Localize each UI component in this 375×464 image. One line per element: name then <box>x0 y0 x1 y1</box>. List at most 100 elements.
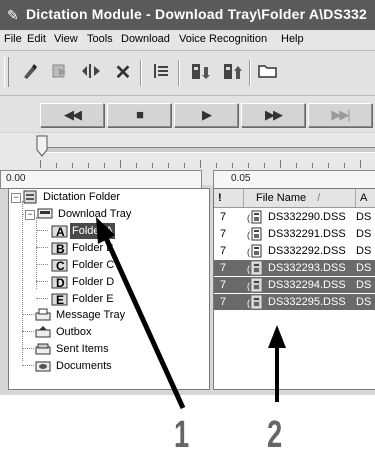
svg-text:B: B <box>56 242 65 256</box>
tree-node-outbox[interactable]: Outbox <box>35 324 205 340</box>
file-row[interactable]: 7 (DS332292.DSS DS <box>214 243 375 259</box>
ruler-box-left <box>0 170 202 189</box>
split-icon[interactable] <box>79 61 103 85</box>
ruler-mid-label: 0.05 <box>231 173 251 184</box>
toolbar-separator <box>178 60 180 86</box>
file-row[interactable]: 7 ( DS332295.DSS DS <box>214 294 375 310</box>
pen-icon: ✎ <box>7 7 19 23</box>
file-row[interactable]: 7 (DS332294.DSS DS <box>214 277 375 293</box>
position-slider-track[interactable] <box>40 147 375 153</box>
file-row[interactable]: 7 (DS332293.DSS DS <box>214 260 375 276</box>
tray-icon <box>37 207 53 221</box>
sort-indicator-icon: / <box>317 192 321 204</box>
filename-header-label: File Name <box>256 192 307 204</box>
menu-file[interactable]: File <box>4 33 22 45</box>
dss-file-icon: ( <box>247 227 267 241</box>
cabinet-icon <box>23 190 39 204</box>
play-button[interactable]: ▶ <box>174 103 238 127</box>
tree-node-folder-c[interactable]: C Folder C <box>51 257 201 273</box>
tree-label: Folder A <box>70 223 115 239</box>
outbox-icon <box>35 325 51 339</box>
file-column-value: DS <box>356 262 372 274</box>
collapse-download-tray-expander[interactable]: − <box>25 210 35 220</box>
file-column-value: DS <box>356 245 372 257</box>
file-name: DS332291.DSS <box>268 228 346 240</box>
play-file-icon[interactable] <box>48 61 72 85</box>
folder-icon[interactable] <box>256 61 280 85</box>
position-slider-thumb[interactable] <box>36 135 48 157</box>
tree-node-folder-e[interactable]: E Folder E <box>51 291 201 307</box>
priority-value: 7 <box>220 296 227 308</box>
folder-c-icon: C <box>51 257 68 273</box>
priority-value: 7 <box>220 211 227 223</box>
menu-edit[interactable]: Edit <box>27 33 46 45</box>
message-tray-icon <box>35 308 51 322</box>
folder-d-icon: D <box>51 274 68 290</box>
priority-column-header[interactable]: ! <box>214 189 244 207</box>
tree-node-folder-b[interactable]: B Folder B <box>51 240 201 256</box>
position-slider-area: 0.00 0.05 <box>0 133 375 189</box>
title-bar: ✎ Dictation Module - Download Tray\Folde… <box>0 0 375 30</box>
svg-text:(: ( <box>247 230 250 240</box>
tree-node-message-tray[interactable]: Message Tray <box>35 307 205 323</box>
dictation-module-window: ✎ Dictation Module - Download Tray\Folde… <box>0 0 375 395</box>
tree-label: Folder E <box>72 293 114 305</box>
folder-b-icon: B <box>51 240 68 256</box>
tree-node-folder-a[interactable]: A Folder A <box>51 223 201 239</box>
toolbar: ✕ <box>0 51 375 96</box>
menu-help[interactable]: Help <box>281 33 304 45</box>
next-column-header[interactable]: A <box>356 189 375 207</box>
menu-tools[interactable]: Tools <box>87 33 113 45</box>
collapse-root-expander[interactable]: − <box>11 193 21 203</box>
download-icon[interactable] <box>188 61 212 85</box>
tree-label: Outbox <box>56 326 92 338</box>
svg-text:(: ( <box>247 264 250 274</box>
file-row[interactable]: 7 ( DS332290.DSS DS <box>214 209 375 225</box>
tree-label: Folder D <box>72 276 115 288</box>
time-ruler <box>40 160 375 169</box>
menu-download[interactable]: Download <box>121 33 170 45</box>
priority-value: 7 <box>220 262 227 274</box>
tree-node-sent-items[interactable]: Sent Items <box>35 341 205 357</box>
tree-label: Sent Items <box>56 343 109 355</box>
upload-icon[interactable] <box>220 61 244 85</box>
svg-text:A: A <box>56 225 65 239</box>
folder-a-icon: A <box>51 223 68 239</box>
rewind-button[interactable]: ◀◀ <box>40 103 104 127</box>
tree-label: Dictation Folder <box>43 191 121 203</box>
file-name: DS332295.DSS <box>268 296 346 308</box>
file-list-header: ! File Name / A <box>214 189 375 208</box>
callout-number-1: 1 <box>174 414 190 456</box>
tree-node-folder-d[interactable]: D Folder D <box>51 274 201 290</box>
file-name: DS332290.DSS <box>268 211 346 223</box>
tree-node-dictation-folder[interactable]: Dictation Folder <box>23 189 203 205</box>
toolbar-separator <box>249 60 251 86</box>
menu-view[interactable]: View <box>54 33 78 45</box>
dss-file-icon: ( <box>247 210 267 224</box>
file-column-value: DS <box>356 296 372 308</box>
menu-voice-recognition[interactable]: Voice Recognition <box>179 33 267 45</box>
tree-node-documents[interactable]: Documents <box>35 358 205 374</box>
filename-column-header[interactable]: File Name / <box>244 189 356 207</box>
tree-node-download-tray[interactable]: Download Tray <box>37 206 207 222</box>
file-column-value: DS <box>356 211 372 223</box>
stop-button[interactable]: ■ <box>107 103 171 127</box>
properties-icon[interactable] <box>149 61 173 85</box>
svg-text:(: ( <box>247 281 250 291</box>
file-row[interactable]: 7 (DS332291.DSS DS <box>214 226 375 242</box>
svg-text:(: ( <box>247 298 250 308</box>
ruler-start-label: 0.00 <box>6 173 26 184</box>
skip-to-end-button[interactable]: ▶▶| <box>308 103 372 127</box>
dss-file-icon: ( <box>247 295 267 309</box>
toolbar-grip[interactable] <box>4 57 9 87</box>
delete-icon[interactable]: ✕ <box>111 61 135 85</box>
svg-text:(: ( <box>247 213 250 223</box>
fast-forward-button[interactable]: ▶▶ <box>241 103 305 127</box>
svg-text:D: D <box>56 276 65 290</box>
tree-label: Documents <box>56 360 112 372</box>
documents-icon <box>35 359 51 373</box>
record-icon[interactable] <box>18 61 42 85</box>
file-name: DS332294.DSS <box>268 279 346 291</box>
tree-label: Message Tray <box>56 309 126 321</box>
tree-label: Folder B <box>72 242 114 254</box>
